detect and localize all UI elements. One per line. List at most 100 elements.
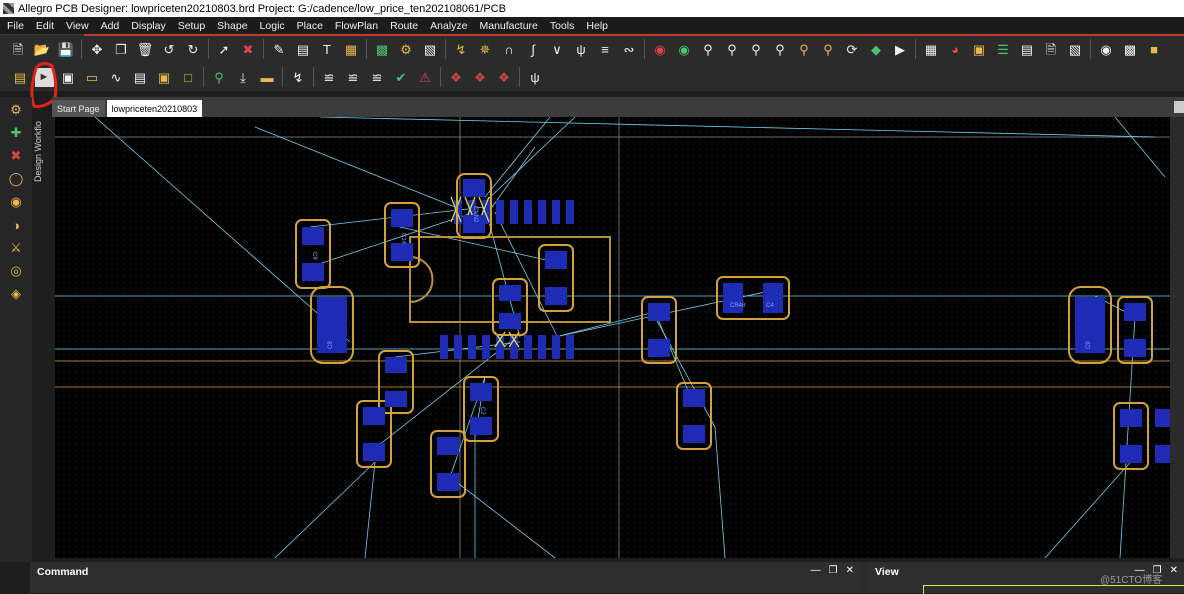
menu-tools[interactable]: Tools [544, 20, 581, 32]
zoom-stop-icon[interactable]: ◉ [651, 40, 670, 59]
workflow-settings-icon[interactable]: ⚙ [4, 100, 28, 120]
3d-icon[interactable]: ◆ [867, 40, 886, 59]
route-icon[interactable]: ↯ [452, 40, 471, 59]
panel-menu-icon[interactable]: — [811, 565, 821, 576]
workflow-check-icon[interactable]: ◎ [4, 261, 28, 281]
export-icon[interactable]: ▤ [131, 68, 150, 87]
color-grid-icon[interactable]: ▦ [922, 40, 941, 59]
zoom-out-icon[interactable]: ⚲ [771, 40, 790, 59]
zoom-world-icon[interactable]: ◉ [675, 40, 694, 59]
menu-help[interactable]: Help [580, 20, 614, 32]
pad-edit-icon[interactable]: ▣ [59, 68, 78, 87]
workflow-add-icon[interactable]: ✚ [4, 123, 28, 143]
ratsnest-off-icon[interactable]: ≌ [320, 68, 339, 87]
connect-icon[interactable]: ↯ [289, 68, 308, 87]
panel-close-icon[interactable]: ✕ [846, 565, 854, 576]
copy-icon[interactable]: ❐ [112, 40, 131, 59]
net-check-icon[interactable]: ≌ [368, 68, 387, 87]
menu-manufacture[interactable]: Manufacture [474, 20, 544, 32]
zoom-select-icon[interactable]: ⚲ [819, 40, 838, 59]
doc-icon[interactable]: 🗎 [1042, 40, 1061, 59]
menu-edit[interactable]: Edit [30, 20, 60, 32]
glossing-icon[interactable]: ∾ [620, 40, 639, 59]
dimension-icon[interactable]: ⤓ [234, 68, 253, 87]
zoom-fit-icon[interactable]: ⚲ [723, 40, 742, 59]
add-line-icon[interactable]: ✎ [270, 40, 289, 59]
menu-view[interactable]: View [60, 20, 95, 32]
outline-icon[interactable]: □ [179, 68, 198, 87]
tab-board[interactable]: lowpriceten20210803 [106, 100, 203, 117]
delete-icon[interactable]: 🗑 [136, 40, 155, 59]
unpin-icon[interactable]: ✖ [239, 40, 258, 59]
menu-flowplan[interactable]: FlowPlan [329, 20, 384, 32]
frame-icon[interactable]: ▣ [155, 68, 174, 87]
waveform-icon[interactable]: ∿ [107, 68, 126, 87]
menu-setup[interactable]: Setup [172, 20, 211, 32]
via-color-icon[interactable]: ❖ [471, 68, 490, 87]
undo-icon[interactable]: ↺ [160, 40, 179, 59]
via-edit-icon[interactable]: ❖ [495, 68, 514, 87]
drc-warning-icon[interactable]: ⚠ [416, 68, 435, 87]
edit-text-icon[interactable]: ▦ [342, 40, 361, 59]
workflow-plan-icon[interactable]: ◑ [4, 215, 28, 235]
pcb-canvas[interactable]: CNN2 C9 C14 C8 CR48 C4 C9 C2 [55, 117, 1170, 558]
panel-restore-icon[interactable] [1174, 101, 1184, 113]
ruler-icon[interactable]: ▬ [258, 68, 277, 87]
panel-float-icon[interactable]: ❐ [829, 565, 838, 576]
workflow-remove-icon[interactable]: ✖ [4, 146, 28, 166]
design-workflow-label[interactable]: Design Workflo [33, 112, 47, 182]
pin-icon[interactable]: ➚ [215, 40, 234, 59]
property-icon[interactable]: ▩ [1121, 40, 1140, 59]
redo-icon[interactable]: ↻ [184, 40, 203, 59]
menu-analyze[interactable]: Analyze [424, 20, 473, 32]
menu-display[interactable]: Display [125, 20, 171, 32]
add-via-icon[interactable]: ❖ [447, 68, 466, 87]
move-icon[interactable]: ✥ [88, 40, 107, 59]
new-file-icon[interactable]: 🗎 [9, 40, 28, 59]
drc-ok-icon[interactable]: ✔ [392, 68, 411, 87]
refdes-left-cap: C9 [311, 252, 317, 260]
zoom-find-icon[interactable]: ⚲ [210, 68, 229, 87]
place-icon[interactable]: ▩ [373, 40, 392, 59]
slide-icon[interactable]: ✵ [476, 40, 495, 59]
text-icon[interactable]: T [318, 40, 337, 59]
menu-add[interactable]: Add [95, 20, 126, 32]
zoom-prev-icon[interactable]: ⚲ [795, 40, 814, 59]
open-folder-icon[interactable]: 📂 [33, 40, 52, 59]
branch-icon[interactable]: ψ [572, 40, 591, 59]
fanout-tool-icon[interactable]: ψ [526, 68, 545, 87]
bus-icon[interactable]: ≡ [596, 40, 615, 59]
menu-route[interactable]: Route [384, 20, 424, 32]
fanout-icon[interactable]: ∫ [524, 40, 543, 59]
stack-icon[interactable]: ☰ [994, 40, 1013, 59]
view-close-icon[interactable]: ✕ [1170, 565, 1178, 576]
add-text-icon[interactable]: ▤ [294, 40, 313, 59]
menu-shape[interactable]: Shape [211, 20, 253, 32]
menu-place[interactable]: Place [291, 20, 329, 32]
layer-icon[interactable]: ▣ [970, 40, 989, 59]
tab-start-page[interactable]: Start Page [52, 100, 105, 117]
redraw-icon[interactable]: ⟳ [843, 40, 862, 59]
vee-icon[interactable]: ∨ [548, 40, 567, 59]
chip-icon[interactable]: ⚙ [397, 40, 416, 59]
report-icon[interactable]: ▤ [1018, 40, 1037, 59]
menu-file[interactable]: File [0, 20, 30, 32]
zoom-points-icon[interactable]: ⚲ [699, 40, 718, 59]
color-wheel-icon[interactable]: ◕ [946, 40, 965, 59]
cube-icon[interactable]: ■ [1145, 40, 1164, 59]
workflow-route-icon[interactable]: ◯ [4, 169, 28, 189]
visibility-icon[interactable]: ◉ [1097, 40, 1116, 59]
design-parameters-icon[interactable]: ▤ [11, 68, 30, 87]
delay-tune-icon[interactable]: ∩ [500, 40, 519, 59]
zoom-in-icon[interactable]: ⚲ [747, 40, 766, 59]
flip-icon[interactable]: ▶ [891, 40, 910, 59]
sheet-icon[interactable]: ▧ [1066, 40, 1085, 59]
workflow-drc-icon[interactable]: ◈ [4, 284, 28, 304]
save-icon[interactable]: 💾 [57, 40, 76, 59]
measure-icon[interactable]: ▭ [83, 68, 102, 87]
ratsnest-on-icon[interactable]: ≌ [344, 68, 363, 87]
workflow-place-icon[interactable]: ◉ [4, 192, 28, 212]
workflow-tune-icon[interactable]: ⚔ [4, 238, 28, 258]
menu-logic[interactable]: Logic [254, 20, 291, 32]
component-icon[interactable]: ▧ [421, 40, 440, 59]
